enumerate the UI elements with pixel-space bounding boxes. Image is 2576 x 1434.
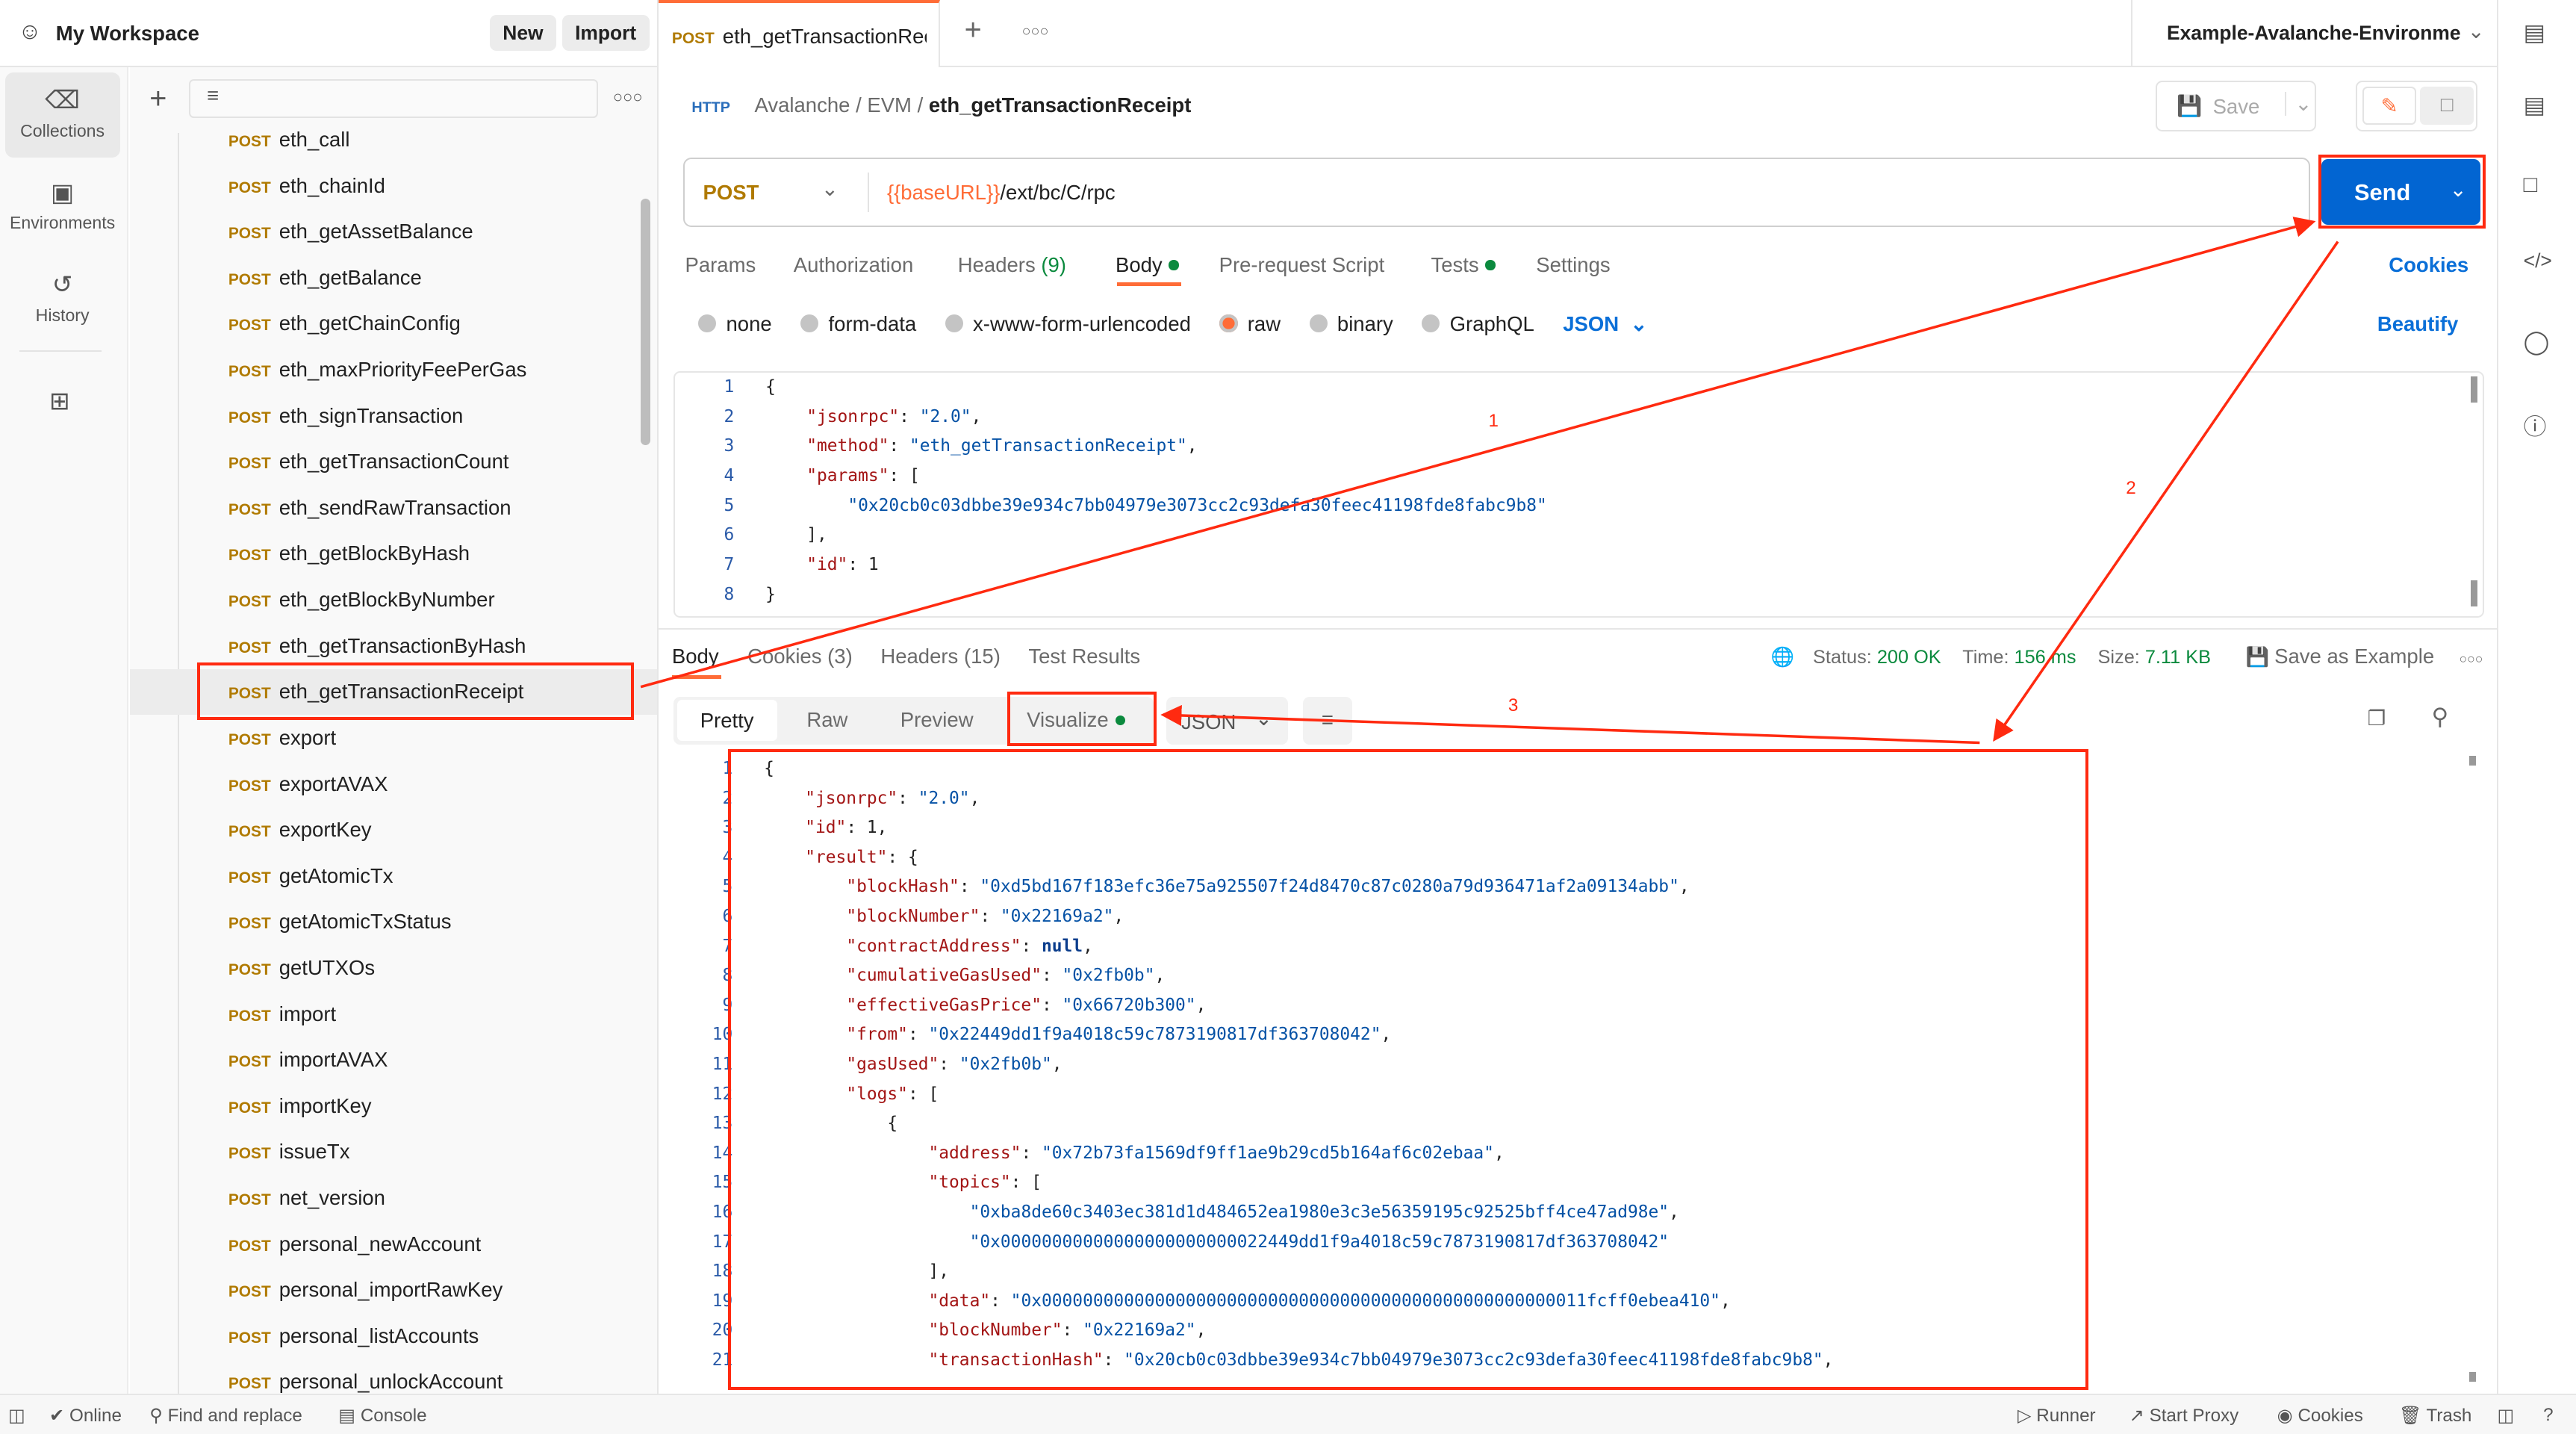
arrow-3 [1160,704,1980,745]
annotation-label-1: 1 [1488,411,1499,432]
arrow-2 [1993,240,2339,742]
annotation-label-2: 2 [2126,478,2136,499]
annotation-label-3: 3 [1508,695,1519,716]
annotation-arrows [640,217,2339,745]
arrow-1 [640,217,2316,689]
postman-window: ☺ My Workspace New Import ⌫ Collections ▣… [0,0,2576,1434]
